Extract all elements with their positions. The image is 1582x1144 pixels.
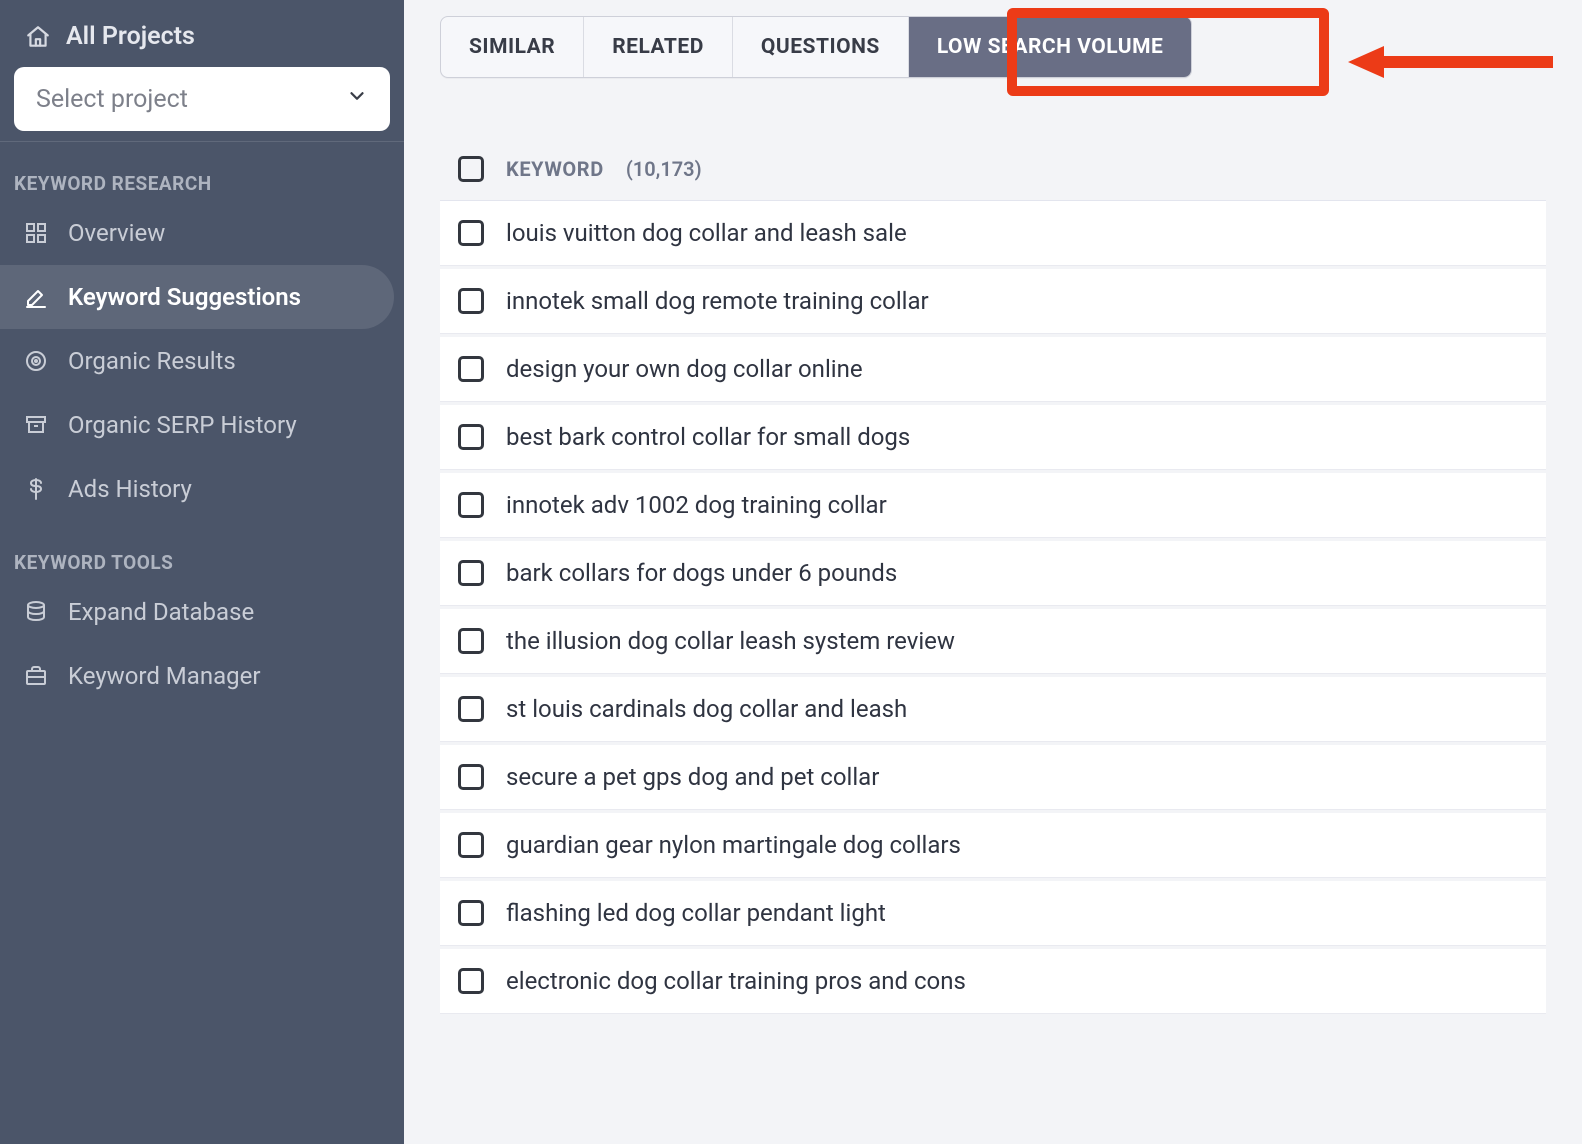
- sidebar-item-label: Expand Database: [68, 598, 254, 626]
- sidebar-item-label: Ads History: [68, 475, 192, 503]
- keyword-text: secure a pet gps dog and pet collar: [506, 763, 879, 791]
- table-row[interactable]: louis vuitton dog collar and leash sale: [440, 201, 1546, 266]
- target-icon: [22, 347, 50, 375]
- sidebar-item-ads-history[interactable]: Ads History: [0, 457, 394, 521]
- sidebar-item-overview[interactable]: Overview: [0, 201, 394, 265]
- row-checkbox[interactable]: [458, 560, 484, 586]
- row-checkbox[interactable]: [458, 628, 484, 654]
- keyword-table: KEYWORD (10,173) louis vuitton dog colla…: [440, 138, 1546, 1014]
- keyword-text: design your own dog collar online: [506, 355, 863, 383]
- section-label: KEYWORD TOOLS: [0, 521, 404, 580]
- row-checkbox[interactable]: [458, 424, 484, 450]
- tab-questions[interactable]: QUESTIONS: [733, 17, 909, 77]
- sidebar-item-label: Overview: [68, 219, 165, 247]
- table-row[interactable]: flashing led dog collar pendant light: [440, 881, 1546, 946]
- keyword-text: guardian gear nylon martingale dog colla…: [506, 831, 961, 859]
- tab-low-search-volume[interactable]: LOW SEARCH VOLUME: [909, 17, 1192, 77]
- briefcase-icon: [22, 662, 50, 690]
- home-icon: [24, 23, 52, 51]
- grid-icon: [22, 219, 50, 247]
- sidebar-item-serp-history[interactable]: Organic SERP History: [0, 393, 394, 457]
- sidebar-item-label: Organic Results: [68, 347, 236, 375]
- chevron-down-icon: [346, 85, 368, 114]
- table-row[interactable]: secure a pet gps dog and pet collar: [440, 745, 1546, 810]
- keyword-count: (10,173): [626, 157, 702, 181]
- sidebar-top: All Projects Select project: [0, 0, 404, 142]
- table-row[interactable]: innotek adv 1002 dog training collar: [440, 473, 1546, 538]
- keyword-text: the illusion dog collar leash system rev…: [506, 627, 955, 655]
- project-select-placeholder: Select project: [36, 85, 188, 114]
- column-keyword-label[interactable]: KEYWORD: [506, 157, 604, 181]
- keyword-text: st louis cardinals dog collar and leash: [506, 695, 907, 723]
- main-content: SIMILARRELATEDQUESTIONSLOW SEARCH VOLUME…: [404, 0, 1582, 1144]
- row-checkbox[interactable]: [458, 288, 484, 314]
- sidebar-item-suggestions[interactable]: Keyword Suggestions: [0, 265, 394, 329]
- tabbar: SIMILARRELATEDQUESTIONSLOW SEARCH VOLUME: [440, 16, 1192, 78]
- table-header-row: KEYWORD (10,173): [440, 138, 1546, 201]
- all-projects-link[interactable]: All Projects: [14, 14, 390, 67]
- sidebar-item-label: Organic SERP History: [68, 411, 297, 439]
- section-label: KEYWORD RESEARCH: [0, 142, 404, 201]
- sidebar-item-expand-db[interactable]: Expand Database: [0, 580, 394, 644]
- table-row[interactable]: best bark control collar for small dogs: [440, 405, 1546, 470]
- row-checkbox[interactable]: [458, 220, 484, 246]
- sidebar-item-label: Keyword Manager: [68, 662, 260, 690]
- table-row[interactable]: st louis cardinals dog collar and leash: [440, 677, 1546, 742]
- table-row[interactable]: guardian gear nylon martingale dog colla…: [440, 813, 1546, 878]
- table-row[interactable]: electronic dog collar training pros and …: [440, 949, 1546, 1014]
- database-icon: [22, 598, 50, 626]
- row-checkbox[interactable]: [458, 356, 484, 382]
- keyword-text: electronic dog collar training pros and …: [506, 967, 966, 995]
- dollar-icon: [22, 475, 50, 503]
- sidebar: All Projects Select project KEYWORD RESE…: [0, 0, 404, 1144]
- row-checkbox[interactable]: [458, 900, 484, 926]
- keyword-text: innotek adv 1002 dog training collar: [506, 491, 887, 519]
- row-checkbox[interactable]: [458, 696, 484, 722]
- keyword-text: flashing led dog collar pendant light: [506, 899, 886, 927]
- archive-icon: [22, 411, 50, 439]
- table-row[interactable]: innotek small dog remote training collar: [440, 269, 1546, 334]
- all-projects-label: All Projects: [66, 22, 195, 51]
- table-row[interactable]: design your own dog collar online: [440, 337, 1546, 402]
- sidebar-item-organic-results[interactable]: Organic Results: [0, 329, 394, 393]
- sidebar-item-label: Keyword Suggestions: [68, 283, 301, 311]
- row-checkbox[interactable]: [458, 764, 484, 790]
- row-checkbox[interactable]: [458, 968, 484, 994]
- table-row[interactable]: bark collars for dogs under 6 pounds: [440, 541, 1546, 606]
- keyword-text: innotek small dog remote training collar: [506, 287, 929, 315]
- row-checkbox[interactable]: [458, 492, 484, 518]
- keyword-text: best bark control collar for small dogs: [506, 423, 910, 451]
- table-row[interactable]: the illusion dog collar leash system rev…: [440, 609, 1546, 674]
- sidebar-item-kw-manager[interactable]: Keyword Manager: [0, 644, 394, 708]
- tab-related[interactable]: RELATED: [584, 17, 733, 77]
- annotation-arrow: [1348, 42, 1558, 82]
- project-select[interactable]: Select project: [14, 67, 390, 131]
- keyword-text: louis vuitton dog collar and leash sale: [506, 219, 907, 247]
- row-checkbox[interactable]: [458, 832, 484, 858]
- select-all-checkbox[interactable]: [458, 156, 484, 182]
- tab-similar[interactable]: SIMILAR: [441, 17, 584, 77]
- sidebar-nav: KEYWORD RESEARCH Overview Keyword Suggesti…: [0, 142, 404, 708]
- keyword-text: bark collars for dogs under 6 pounds: [506, 559, 897, 587]
- pencil-underline-icon: [22, 283, 50, 311]
- tabs-area: SIMILARRELATEDQUESTIONSLOW SEARCH VOLUME: [440, 16, 1546, 78]
